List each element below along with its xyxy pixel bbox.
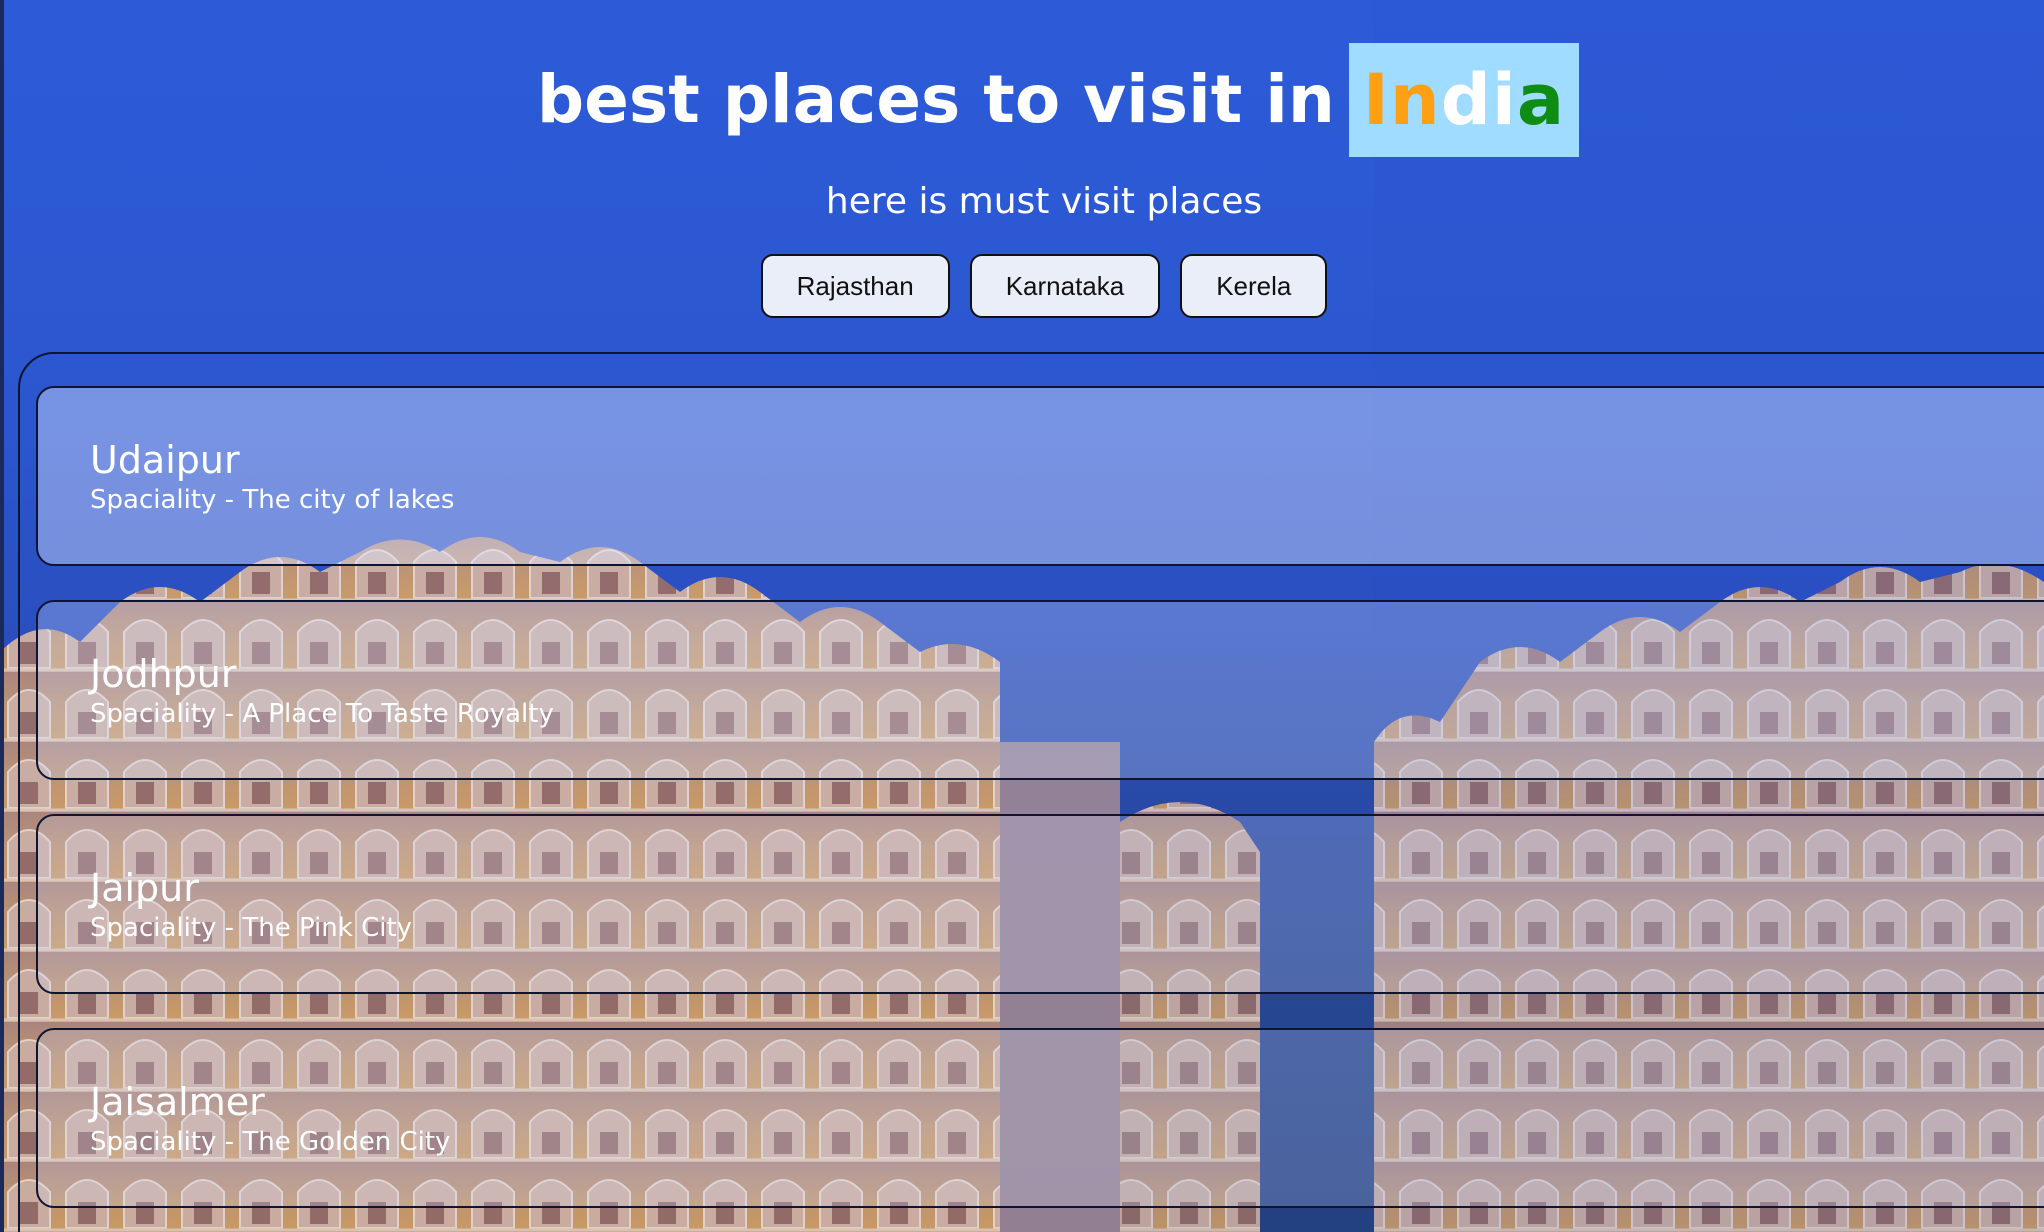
place-speciality: Spaciality - The city of lakes (90, 485, 455, 515)
place-name: Udaipur (90, 438, 240, 482)
india-part-orange: In (1362, 58, 1441, 141)
place-card-jodhpur[interactable]: Jodhpur Spaciality - A Place To Taste Ro… (36, 600, 2044, 780)
kerela-button[interactable]: Kerela (1180, 254, 1328, 318)
place-card-jaipur[interactable]: Jaipur Spaciality - The Pink City (36, 814, 2044, 994)
place-card-jaisalmer[interactable]: Jaisalmer Spaciality - The Golden City (36, 1028, 2044, 1208)
india-part-white: di (1440, 58, 1517, 141)
karnataka-button[interactable]: Karnataka (969, 254, 1161, 318)
page-subtitle: here is must visit places (825, 181, 1263, 222)
india-part-green: a (1516, 58, 1566, 141)
india-highlight: India (1348, 42, 1580, 157)
rajasthan-button[interactable]: Rajasthan (760, 254, 950, 318)
page-title: best places to visit in India (0, 26, 2044, 166)
place-name: Jodhpur (90, 652, 237, 696)
place-name: Jaipur (90, 866, 199, 910)
page-title-text: best places to visit in (536, 60, 1335, 138)
state-filter-buttons: Rajasthan Karnataka Kerela (0, 254, 2044, 318)
place-speciality: Spaciality - The Pink City (90, 913, 413, 943)
place-speciality: Spaciality - The Golden City (90, 1127, 451, 1157)
place-name: Jaisalmer (90, 1080, 265, 1124)
place-speciality: Spaciality - A Place To Taste Royalty (90, 699, 554, 729)
place-card-udaipur[interactable]: Udaipur Spaciality - The city of lakes (36, 386, 2044, 566)
